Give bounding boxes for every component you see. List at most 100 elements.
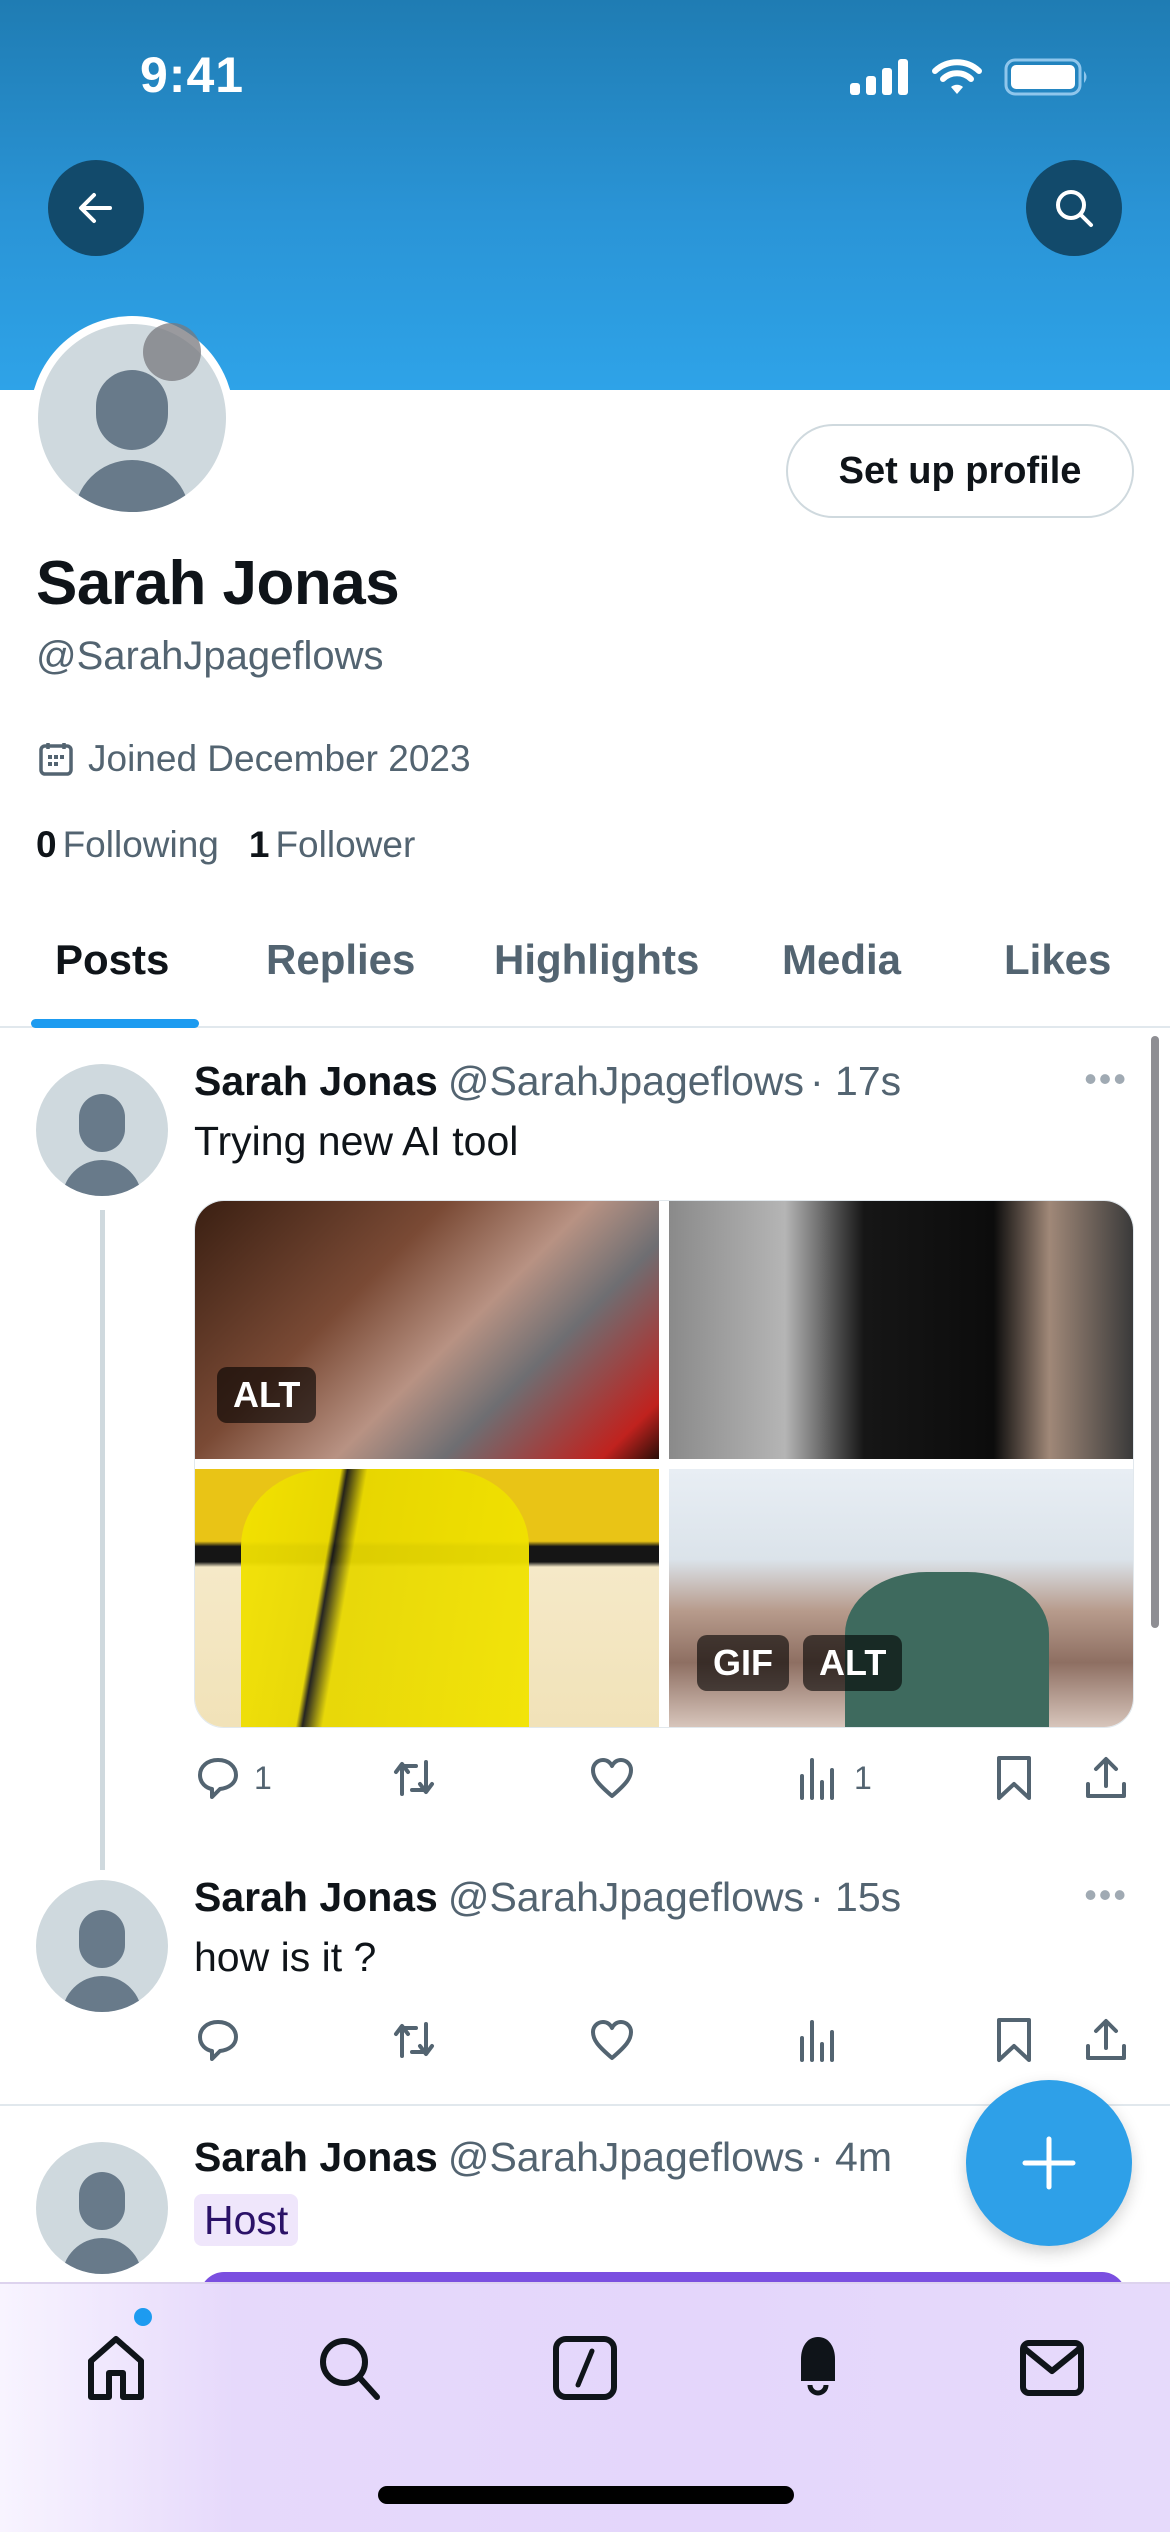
following-label: Following [62,824,219,865]
search-icon [1056,190,1093,227]
thread-line [100,1210,105,1870]
profile-tabs: Posts Replies Highlights Media Likes [0,920,1170,1028]
arrow-left-icon [79,193,112,223]
analytics-icon [800,1758,834,1800]
views-button[interactable]: 1 [794,1754,872,1802]
gif-badge[interactable]: GIF [697,1635,789,1691]
repost-button[interactable] [390,1754,438,1802]
media-grid: ALT GIF ALT [194,1200,1134,1728]
mail-icon [1020,2340,1084,2396]
post-header: Sarah Jonas @SarahJpageflows · 15s [194,1874,901,1921]
post-header: Sarah Jonas @SarahJpageflows · 17s [194,1058,901,1105]
profile-display-name: Sarah Jonas [36,549,400,618]
media-gif-4[interactable]: GIF ALT [669,1469,1133,1727]
search-icon [320,2338,380,2400]
heart-icon [591,2020,633,2060]
bookmark-button[interactable] [990,1754,1038,1802]
profile-handle: @SarahJpageflows [36,634,384,678]
bookmark-icon [997,2018,1031,2062]
scrollbar[interactable] [1151,1036,1159,1628]
home-indicator[interactable] [378,2486,794,2504]
avatar-overlay-circle [143,323,201,381]
more-options-icon[interactable]: ••• [1084,1058,1128,1100]
reply-icon [198,2020,238,2061]
post-actions: 1 1 [194,1754,1134,1814]
nav-grok[interactable] [545,2328,625,2408]
post-author-name[interactable]: Sarah Jonas [194,2134,438,2180]
nav-home[interactable] [76,2328,156,2408]
repost-button[interactable] [390,2016,438,2064]
alt-badge[interactable]: ALT [803,1635,903,1691]
post-author-name[interactable]: Sarah Jonas [194,1874,438,1920]
wifi-icon [932,59,982,94]
bell-icon [801,2337,835,2396]
post-text: how is it ? [194,1934,377,1980]
joined-text: Joined December 2023 [88,738,471,779]
share-button[interactable] [1082,1754,1130,1802]
profile-avatar[interactable] [30,316,234,520]
followers-count: 1 [248,824,270,865]
home-icon [88,2336,144,2400]
alt-badge[interactable]: ALT [217,1367,317,1423]
compose-button[interactable] [966,2080,1132,2246]
share-icon [1086,2019,1126,2060]
reply-button[interactable]: 1 [194,1754,272,1802]
status-icons [850,58,1090,96]
set-up-profile-button[interactable]: Set up profile [786,424,1134,518]
like-button[interactable] [588,1754,636,1802]
joined-date: Joined December 2023 [38,738,471,780]
battery-icon [1004,58,1087,96]
post-author-name[interactable]: Sarah Jonas [194,1058,438,1104]
media-image-3[interactable] [195,1469,659,1727]
analytics-icon [800,2020,834,2062]
more-options-icon[interactable]: ••• [1084,1874,1128,1916]
share-button[interactable] [1082,2016,1130,2064]
nav-notifications[interactable] [778,2328,858,2408]
post-author-handle: @SarahJpageflows [447,2134,804,2180]
followers-link[interactable]: 1 Follower [249,824,415,866]
follow-stats: 0 Following 1 Follower [36,824,415,866]
followers-label: Follower [275,824,416,865]
post-text: Trying new AI tool [194,1118,519,1164]
back-button[interactable] [48,160,144,256]
bookmark-button[interactable] [990,2016,1038,2064]
post-header: Sarah Jonas @SarahJpageflows · 4m [194,2134,892,2181]
views-count: 1 [854,1759,872,1796]
post-avatar[interactable] [36,2142,168,2274]
heart-icon [591,1758,633,1798]
post-timestamp: · 15s [810,1874,902,1920]
reply-button[interactable] [194,2016,242,2064]
tab-replies[interactable]: Replies [266,936,415,984]
post-timestamp: · 17s [810,1058,902,1104]
nav-search[interactable] [310,2328,390,2408]
plus-icon [1022,2136,1076,2190]
views-button[interactable] [794,2016,842,2064]
reply-icon [198,1758,238,1799]
signal-icon [850,59,908,95]
like-button[interactable] [588,2016,636,2064]
tab-posts[interactable]: Posts [55,936,169,984]
post-avatar[interactable] [36,1064,168,1196]
following-link[interactable]: 0 Following [36,824,219,866]
tab-likes[interactable]: Likes [1004,936,1111,984]
host-badge: Host [194,2194,299,2246]
tab-media[interactable]: Media [782,936,901,984]
tab-highlights[interactable]: Highlights [494,936,699,984]
home-notification-dot [134,2308,152,2326]
following-count: 0 [36,824,57,865]
share-icon [1086,1757,1126,1798]
repost-icon [394,2022,434,2058]
status-time: 9:41 [140,47,245,103]
post-author-handle: @SarahJpageflows [447,1058,804,1104]
bookmark-icon [997,1756,1031,1800]
repost-icon [394,1760,434,1796]
media-image-1[interactable]: ALT [195,1201,659,1459]
grok-icon [553,2336,617,2400]
post-actions [194,2016,1134,2076]
reply-count: 1 [254,1759,272,1796]
nav-messages[interactable] [1012,2328,1092,2408]
search-button[interactable] [1026,160,1122,256]
post-avatar[interactable] [36,1880,168,2012]
active-tab-indicator [31,1019,199,1028]
media-image-2[interactable] [669,1201,1133,1459]
